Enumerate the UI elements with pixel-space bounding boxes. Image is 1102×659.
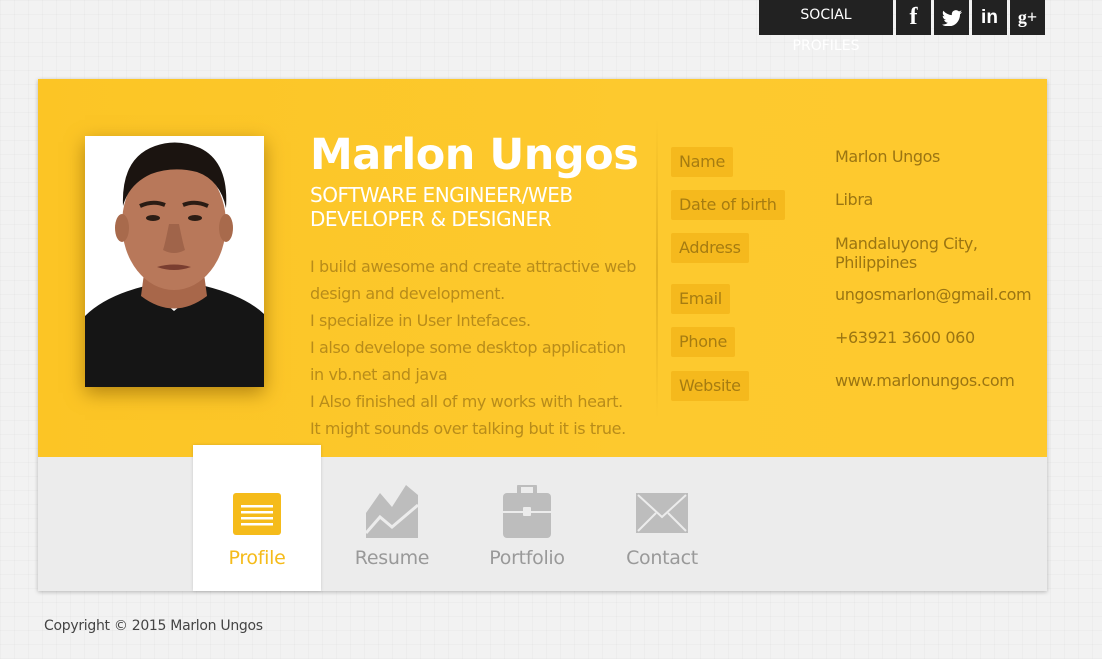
google-plus-button[interactable]: g+ (1010, 0, 1045, 35)
briefcase-icon (503, 485, 551, 538)
linkedin-button[interactable]: in (972, 0, 1007, 35)
bio-line: It might sounds over talking but it is t… (310, 419, 626, 438)
tab-contact[interactable]: Contact (598, 457, 726, 591)
footer-copyright: Copyright © 2015 Marlon Ungos (44, 618, 263, 634)
info-value-name: Marlon Ungos (835, 147, 940, 166)
info-label: Date of birth (671, 190, 785, 220)
info-row-email: Email (671, 284, 730, 314)
envelope-icon (636, 493, 688, 533)
info-row-address: Address (671, 233, 749, 263)
info-value-address: Mandaluyong City, Philippines (835, 234, 978, 272)
info-row-phone: Phone (671, 327, 736, 357)
info-label: Name (671, 147, 734, 177)
bio-line: I specialize in User Intefaces. (310, 311, 531, 330)
vertical-divider (656, 119, 658, 419)
info-value-phone: +63921 3600 060 (835, 328, 975, 347)
social-profiles-label: SOCIAL PROFILES (759, 0, 893, 54)
linkedin-icon: in (981, 6, 998, 28)
twitter-icon (941, 9, 962, 26)
info-label: Address (671, 233, 749, 263)
profile-photo (85, 136, 264, 387)
info-label: Phone (671, 327, 736, 357)
profile-role: SOFTWARE ENGINEER/WEB DEVELOPER & DESIGN… (310, 183, 573, 231)
info-label: Website (671, 371, 749, 401)
tab-label: Profile (228, 547, 286, 569)
info-value-email: ungosmarlon@gmail.com (835, 285, 1032, 304)
bio-line: I Also finished all of my works with hea… (310, 392, 623, 411)
profile-icon (233, 493, 281, 535)
profile-hero: Marlon Ungos SOFTWARE ENGINEER/WEB DEVEL… (38, 79, 1047, 457)
info-value-website[interactable]: www.marlonungos.com (835, 371, 1045, 390)
bio-line: I also develope some desktop application (310, 338, 626, 357)
info-label: Email (671, 284, 730, 314)
info-value-dob: Libra (835, 190, 873, 209)
profile-bio: I build awesome and create attractive we… (310, 253, 650, 442)
bio-line: I build awesome and create attractive we… (310, 257, 637, 276)
info-row-website: Website (671, 371, 749, 401)
bio-line: design and development. (310, 284, 505, 303)
tab-label: Resume (354, 547, 430, 569)
tab-navigation: Profile Resume Portfolio Contact (38, 445, 1047, 591)
info-row-name: Name (671, 147, 734, 177)
tab-resume[interactable]: Resume (328, 457, 456, 591)
profile-card: Marlon Ungos SOFTWARE ENGINEER/WEB DEVEL… (38, 79, 1047, 591)
bio-line: in vb.net and java (310, 365, 448, 384)
resume-chart-icon (366, 485, 418, 538)
tab-portfolio[interactable]: Portfolio (463, 457, 591, 591)
facebook-icon: f (909, 4, 918, 30)
info-row-dob: Date of birth (671, 190, 785, 220)
tab-label: Contact (626, 547, 698, 569)
google-plus-icon: g+ (1017, 7, 1038, 27)
twitter-button[interactable] (934, 0, 969, 35)
social-profiles-bar: SOCIAL PROFILES f in g+ (759, 0, 1045, 54)
tab-profile[interactable]: Profile (193, 445, 321, 591)
facebook-button[interactable]: f (896, 0, 931, 35)
tab-label: Portfolio (489, 547, 565, 569)
profile-name: Marlon Ungos (310, 130, 639, 180)
